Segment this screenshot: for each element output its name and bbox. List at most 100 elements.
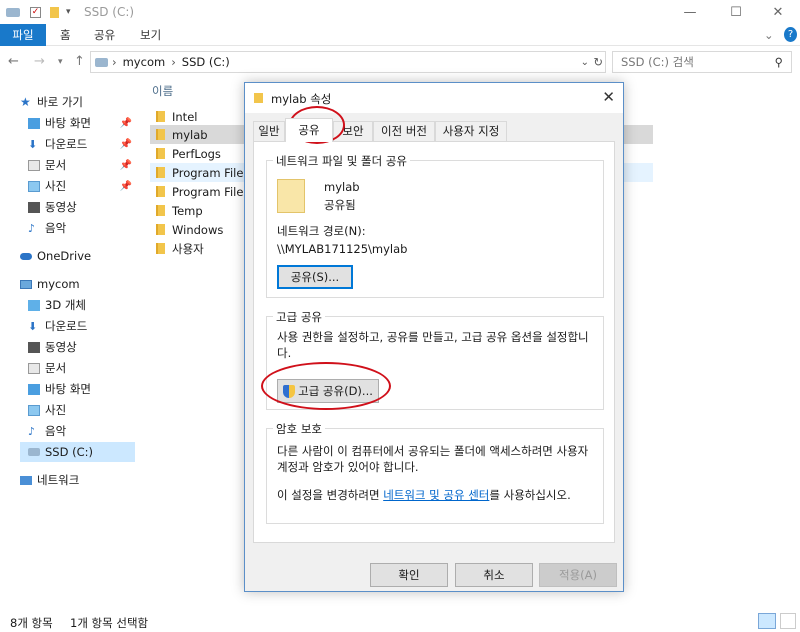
nav-mycom[interactable]: mycom xyxy=(20,274,80,294)
ok-button[interactable]: 확인 xyxy=(370,563,448,587)
uac-shield-icon xyxy=(283,384,296,398)
breadcrumb-mycom[interactable]: mycom xyxy=(123,55,166,69)
network-path-value: \\MYLAB171125\mylab xyxy=(277,242,408,256)
nav-3d-objects[interactable]: 3D 개체 xyxy=(28,295,86,315)
download-icon: ⬇ xyxy=(28,319,38,333)
folder-icon xyxy=(254,93,263,103)
tab-share[interactable]: 공유 xyxy=(94,24,115,46)
address-row: ← → ▾ ↑ › mycom › SSD (C:) ⌄ ↻ SSD (C:) … xyxy=(0,48,800,76)
pin-icon[interactable]: 📌 xyxy=(120,181,132,192)
forward-icon[interactable]: → xyxy=(34,54,45,69)
breadcrumb-drive[interactable]: SSD (C:) xyxy=(182,55,230,69)
properties-icon[interactable]: ✓ xyxy=(30,4,41,20)
recent-dropdown-icon[interactable]: ▾ xyxy=(58,57,63,67)
nav-downloads[interactable]: ⬇ 다운로드 📌 xyxy=(28,134,136,154)
password-change-text: 이 설정을 변경하려면 네트워크 및 공유 센터를 사용하십시오. xyxy=(277,488,571,502)
help-icon[interactable]: ? xyxy=(784,27,797,42)
drive-icon xyxy=(6,4,20,20)
network-sharing-center-link[interactable]: 네트워크 및 공유 센터 xyxy=(383,488,489,502)
new-folder-icon[interactable] xyxy=(50,4,59,20)
drive-icon xyxy=(95,57,108,67)
search-icon[interactable]: ⚲ xyxy=(775,55,783,69)
download-icon: ⬇ xyxy=(28,137,38,151)
share-button[interactable]: 공유(S)... xyxy=(277,265,353,289)
video-icon xyxy=(28,201,40,213)
navigation-pane: ★ 바로 가기 바탕 화면 📌 ⬇ 다운로드 📌 문서 📌 사진 📌 동영상 ♪… xyxy=(0,80,136,600)
folder-icon xyxy=(156,111,165,122)
column-header-name[interactable]: 이름 xyxy=(152,83,173,99)
ribbon: 파일 홈 공유 보기 ⌄ ? xyxy=(0,24,800,46)
close-button[interactable]: ✕ xyxy=(756,0,800,24)
search-placeholder: SSD (C:) 검색 xyxy=(621,55,694,69)
maximize-button[interactable]: ☐ xyxy=(714,0,758,24)
pin-icon[interactable]: 📌 xyxy=(120,139,132,150)
minimize-button[interactable]: — xyxy=(668,0,712,24)
item-count: 8개 항목 xyxy=(10,616,53,630)
dialog-title: mylab 속성 xyxy=(271,92,332,106)
nav-music[interactable]: ♪ 음악 xyxy=(28,218,66,238)
customize-dropdown-icon[interactable]: ▾ xyxy=(66,4,71,20)
picture-icon xyxy=(28,180,40,192)
nav-pc-documents[interactable]: 문서 xyxy=(28,358,66,378)
desktop-folder-icon xyxy=(28,383,40,395)
nav-documents[interactable]: 문서 📌 xyxy=(28,155,136,175)
tab-security[interactable]: 보안 xyxy=(333,121,373,141)
title-bar: ✓ ▾ SSD (C:) — ☐ ✕ xyxy=(0,0,800,24)
tab-home[interactable]: 홈 xyxy=(60,24,71,46)
nav-videos[interactable]: 동영상 xyxy=(28,197,77,217)
cube-icon xyxy=(28,299,40,311)
ribbon-expand-icon[interactable]: ⌄ xyxy=(764,24,774,46)
folder-icon xyxy=(156,148,165,159)
desktop-folder-icon xyxy=(28,117,40,129)
chevron-right-icon[interactable]: › xyxy=(112,55,117,69)
password-protection-label: 암호 보호 xyxy=(273,421,325,437)
tab-file[interactable]: 파일 xyxy=(0,24,46,46)
nav-pc-downloads[interactable]: ⬇ 다운로드 xyxy=(28,316,87,336)
nav-pc-desktop[interactable]: 바탕 화면 xyxy=(28,379,91,399)
network-sharing-group: 네트워크 파일 및 폴더 공유 mylab 공유됨 네트워크 경로(N): \\… xyxy=(266,153,604,298)
advanced-sharing-label: 고급 공유 xyxy=(273,309,325,325)
folder-share-state: 공유됨 xyxy=(324,198,356,212)
tab-general[interactable]: 일반 xyxy=(253,121,285,141)
dialog-close-button[interactable]: ✕ xyxy=(602,88,615,106)
search-input[interactable]: SSD (C:) 검색 ⚲ xyxy=(612,51,792,73)
nav-ssd-drive[interactable]: SSD (C:) xyxy=(20,442,135,462)
nav-onedrive[interactable]: OneDrive xyxy=(20,246,91,266)
up-icon[interactable]: ↑ xyxy=(74,54,85,69)
network-path-label: 네트워크 경로(N): xyxy=(277,224,366,238)
nav-pc-videos[interactable]: 동영상 xyxy=(28,337,77,357)
chevron-right-icon[interactable]: › xyxy=(171,55,176,69)
sharing-panel: 네트워크 파일 및 폴더 공유 mylab 공유됨 네트워크 경로(N): \\… xyxy=(253,141,615,543)
pin-icon[interactable]: 📌 xyxy=(120,160,132,171)
address-bar[interactable]: › mycom › SSD (C:) ⌄ ↻ xyxy=(90,51,606,73)
music-icon: ♪ xyxy=(28,221,36,235)
apply-button[interactable]: 적용(A) xyxy=(539,563,617,587)
pin-icon[interactable]: 📌 xyxy=(120,118,132,129)
folder-icon xyxy=(156,205,165,216)
network-icon xyxy=(20,475,32,485)
details-view-icon[interactable] xyxy=(758,613,776,629)
nav-quick-access[interactable]: ★ 바로 가기 xyxy=(20,92,83,112)
back-icon[interactable]: ← xyxy=(8,54,19,69)
tab-sharing[interactable]: 공유 xyxy=(285,118,333,142)
tab-customize[interactable]: 사용자 지정 xyxy=(435,121,507,141)
nav-pictures[interactable]: 사진 📌 xyxy=(28,176,136,196)
nav-desktop[interactable]: 바탕 화면 📌 xyxy=(28,113,136,133)
properties-dialog: mylab 속성 ✕ 일반 공유 보안 이전 버전 사용자 지정 네트워크 파일… xyxy=(244,82,624,592)
document-icon xyxy=(28,362,40,374)
folder-icon xyxy=(156,186,165,197)
shared-folder-icon xyxy=(277,179,305,213)
refresh-icon[interactable]: ↻ xyxy=(593,55,603,69)
music-icon: ♪ xyxy=(28,424,36,438)
nav-pc-music[interactable]: ♪ 음악 xyxy=(28,421,66,441)
cancel-button[interactable]: 취소 xyxy=(455,563,533,587)
advanced-sharing-button[interactable]: 고급 공유(D)... xyxy=(277,379,379,403)
nav-pc-pictures[interactable]: 사진 xyxy=(28,400,66,420)
advanced-sharing-description: 사용 권한을 설정하고, 공유를 만들고, 고급 공유 옵션을 설정합니다. xyxy=(277,330,589,360)
address-dropdown-icon[interactable]: ⌄ xyxy=(581,57,589,68)
nav-network[interactable]: 네트워크 xyxy=(20,470,79,490)
tab-previous-versions[interactable]: 이전 버전 xyxy=(373,121,435,141)
window-title: SSD (C:) xyxy=(84,5,135,19)
tab-view[interactable]: 보기 xyxy=(140,24,161,46)
large-icons-view-icon[interactable] xyxy=(780,613,796,629)
